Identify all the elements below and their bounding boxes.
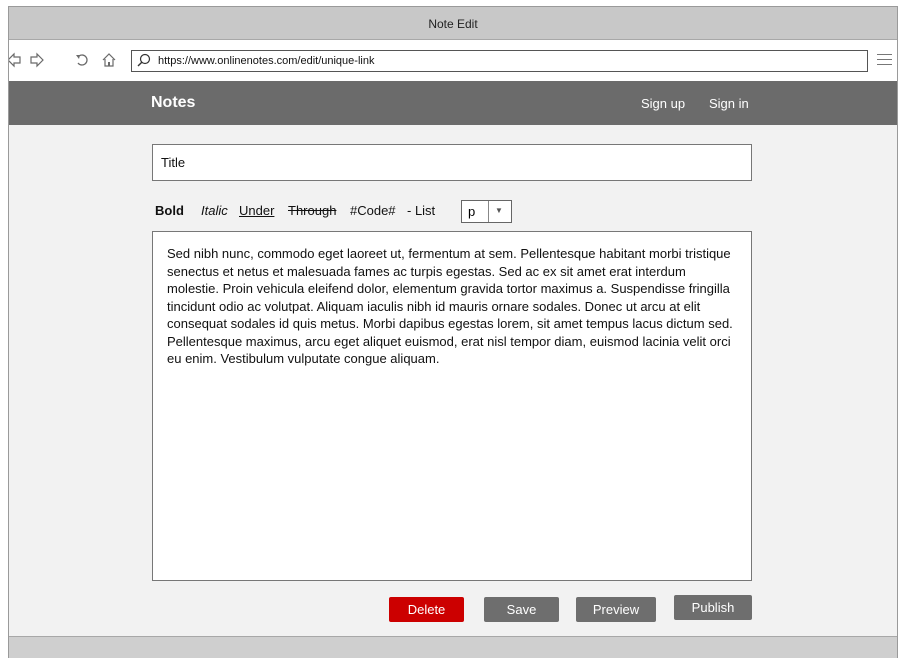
- block-format-select[interactable]: p ▼: [461, 200, 512, 223]
- strikethrough-button[interactable]: Through: [288, 203, 336, 218]
- delete-button[interactable]: Delete: [389, 597, 464, 622]
- code-button[interactable]: #Code#: [350, 203, 396, 218]
- signin-link[interactable]: Sign in: [709, 96, 749, 111]
- app-header: Notes Sign up Sign in: [9, 81, 897, 125]
- brand-logo[interactable]: Notes: [151, 94, 195, 112]
- url-text: https://www.onlinenotes.com/edit/unique-…: [158, 55, 375, 67]
- list-button[interactable]: - List: [407, 203, 435, 218]
- italic-button[interactable]: Italic: [201, 203, 228, 218]
- publish-button[interactable]: Publish: [674, 595, 752, 620]
- chevron-down-icon: ▼: [495, 206, 503, 215]
- browser-toolbar: https://www.onlinenotes.com/edit/unique-…: [9, 40, 897, 84]
- underline-button[interactable]: Under: [239, 203, 274, 218]
- address-bar[interactable]: https://www.onlinenotes.com/edit/unique-…: [131, 50, 868, 72]
- bold-button[interactable]: Bold: [155, 203, 184, 218]
- back-icon[interactable]: [9, 52, 23, 70]
- signup-link[interactable]: Sign up: [641, 96, 685, 111]
- window-title: Note Edit: [428, 17, 478, 31]
- search-icon: [137, 53, 151, 67]
- preview-button[interactable]: Preview: [576, 597, 656, 622]
- status-bar: [9, 636, 897, 658]
- home-icon[interactable]: [100, 52, 118, 70]
- refresh-icon[interactable]: [73, 52, 91, 70]
- block-format-value: p: [468, 204, 476, 219]
- save-button[interactable]: Save: [484, 597, 559, 622]
- title-input[interactable]: [152, 144, 752, 181]
- browser-window: Note Edit https://www.onlinenotes.com/ed…: [8, 6, 898, 658]
- note-body-editor[interactable]: Sed nibh nunc, commodo eget laoreet ut, …: [152, 231, 752, 581]
- title-bar: Note Edit: [9, 7, 897, 40]
- menu-icon[interactable]: [877, 54, 892, 66]
- forward-icon[interactable]: [28, 52, 46, 70]
